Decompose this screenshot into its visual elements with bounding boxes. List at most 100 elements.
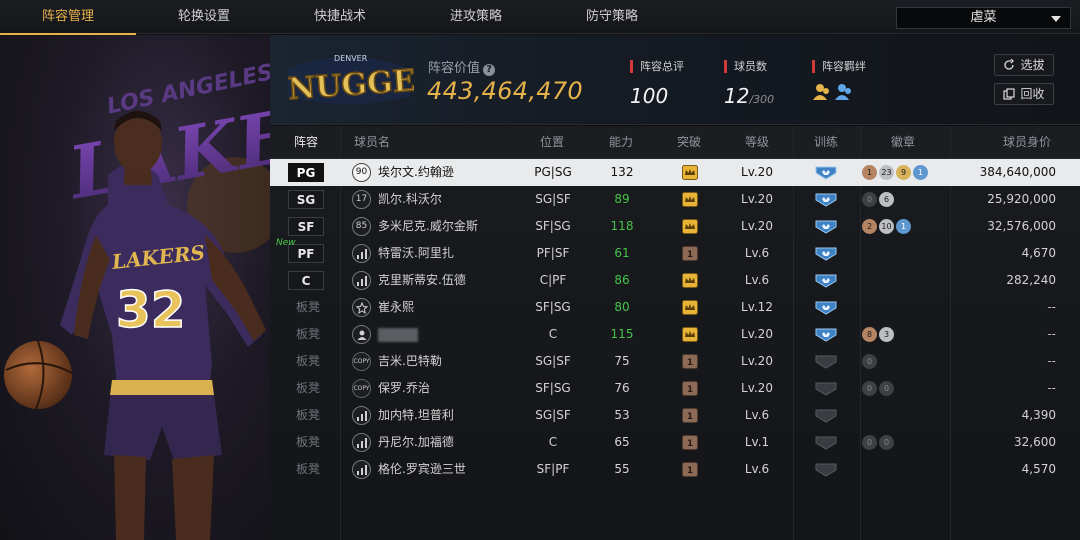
training-icon[interactable] xyxy=(815,328,837,342)
tab-lineup[interactable]: 阵容管理 xyxy=(0,0,136,35)
lineup-value-label-text: 阵容价值 xyxy=(428,61,481,76)
level-one-breakthrough-icon[interactable]: 1 xyxy=(682,381,698,396)
training-icon[interactable] xyxy=(815,247,837,261)
player-ability: 132 xyxy=(610,165,634,179)
tab-defense[interactable]: 防守策略 xyxy=(544,0,680,34)
table-row[interactable]: 板凳 丹尼尔.加福德 C 65 1 Lv.1 0 0 32,600 xyxy=(270,429,1080,456)
badge-group[interactable]: 0 xyxy=(862,354,879,369)
crown-breakthrough-icon[interactable] xyxy=(682,165,698,180)
player-name[interactable]: 埃尔文.约翰逊 xyxy=(378,159,454,186)
tab-rotation[interactable]: 轮换设置 xyxy=(136,0,272,34)
player-card-icon: COPY xyxy=(352,352,371,371)
training-icon[interactable] xyxy=(815,193,837,207)
table-row[interactable]: C 克里斯蒂安.伍德 C|PF 86 Lv.6 282,240 xyxy=(270,267,1080,294)
lineup-bond-label: 阵容羁绊 xyxy=(812,60,866,73)
table-row[interactable]: PG 90 埃尔文.约翰逊 PG|SG 132 Lv.20 1 23 9 1 384,640,000 xyxy=(270,159,1080,186)
level-one-breakthrough-icon[interactable]: 1 xyxy=(682,435,698,450)
player-value: -- xyxy=(1047,354,1056,368)
player-name[interactable]: 丹尼尔.加福德 xyxy=(378,429,454,456)
badge-gold: 9 xyxy=(896,165,911,180)
recycle-button[interactable]: 回收 xyxy=(994,83,1054,105)
badge-empty: 0 xyxy=(862,354,877,369)
training-icon[interactable] xyxy=(815,301,837,315)
bond-icons[interactable] xyxy=(812,82,866,106)
table-row[interactable]: 板凳 加内特.坦普利 SG|SF 53 1 Lv.6 4,390 xyxy=(270,402,1080,429)
table-row[interactable]: 板凳 COPY 保罗.乔治 SF|SG 76 1 Lv.20 0 0 -- xyxy=(270,375,1080,402)
level-one-breakthrough-icon[interactable]: 1 xyxy=(682,462,698,477)
tab-offense[interactable]: 进攻策略 xyxy=(408,0,544,34)
table-row[interactable]: PF New 特雷沃.阿里扎 PF|SF 61 1 Lv.6 4,670 xyxy=(270,238,1080,267)
training-icon[interactable] xyxy=(815,220,837,234)
player-value: 4,670 xyxy=(1021,246,1056,260)
blurred-player-name[interactable] xyxy=(378,328,418,342)
badge-group[interactable]: 1 23 9 1 xyxy=(862,165,930,180)
player-name[interactable]: 格伦.罗宾逊三世 xyxy=(378,456,466,483)
badge-group[interactable]: 00 xyxy=(862,381,896,396)
position-slot-badge[interactable]: PG xyxy=(288,163,324,182)
player-name[interactable]: 吉米.巴特勒 xyxy=(378,348,442,375)
player-name[interactable]: 多米尼克.威尔金斯 xyxy=(378,213,478,240)
badge-empty: 0 xyxy=(879,435,894,450)
crown-breakthrough-icon[interactable] xyxy=(682,300,698,315)
tab-quick-tactics[interactable]: 快捷战术 xyxy=(272,0,408,34)
player-name[interactable]: 特雷沃.阿里扎 xyxy=(378,240,454,267)
training-icon[interactable] xyxy=(815,382,837,396)
table-row[interactable]: SG 17 凯尔.科沃尔 SG|SF 89 Lv.20 0 6 25,920,000 xyxy=(270,186,1080,213)
help-icon[interactable]: ? xyxy=(483,64,496,76)
table-row[interactable]: 板凳 COPY 吉米.巴特勒 SG|SF 75 1 Lv.20 0 -- xyxy=(270,348,1080,375)
position-slot-badge[interactable]: SF xyxy=(288,217,324,236)
player-level: Lv.1 xyxy=(744,435,770,449)
select-button[interactable]: 选拔 xyxy=(994,54,1054,76)
level-one-breakthrough-icon[interactable]: 1 xyxy=(682,246,698,261)
header-value: 球员身价 xyxy=(1003,135,1052,149)
table-row[interactable]: 板凳 C 115 Lv.20 8 3 -- xyxy=(270,321,1080,348)
player-name[interactable]: 克里斯蒂安.伍德 xyxy=(378,267,466,294)
signal-bars-icon xyxy=(357,411,367,421)
training-icon[interactable] xyxy=(815,463,837,477)
level-one-breakthrough-icon[interactable]: 1 xyxy=(682,354,698,369)
select-button-label: 选拔 xyxy=(1020,58,1045,72)
table-row[interactable]: 板凳 格伦.罗宾逊三世 SF|PF 55 1 Lv.6 4,570 xyxy=(270,456,1080,483)
level-one-breakthrough-icon[interactable]: 1 xyxy=(682,408,698,423)
player-ability: 115 xyxy=(610,327,634,341)
player-value: -- xyxy=(1047,381,1056,395)
table-row[interactable]: SF 85 多米尼克.威尔金斯 SF|SG 118 Lv.20 2 10 1 32,576,000 xyxy=(270,213,1080,240)
header-ability: 能力 xyxy=(609,135,634,149)
crown-breakthrough-icon[interactable] xyxy=(682,327,698,342)
crown-breakthrough-icon[interactable] xyxy=(682,273,698,288)
nuggets-logo: DENVER NUGGETS xyxy=(284,47,461,111)
table-row[interactable]: 板凳 崔永熙 SF|SG 80 Lv.12 -- xyxy=(270,294,1080,321)
player-position: C|PF xyxy=(539,273,567,287)
svg-text:1: 1 xyxy=(687,385,693,395)
position-slot-badge[interactable]: SG xyxy=(288,190,324,209)
player-value: 32,600 xyxy=(1014,435,1056,449)
badge-bronze: 2 xyxy=(862,219,877,234)
training-icon[interactable] xyxy=(815,166,837,180)
player-position: C xyxy=(548,327,558,341)
player-card-icon xyxy=(352,325,371,344)
player-position: SG|SF xyxy=(535,192,571,206)
player-name[interactable]: 凯尔.科沃尔 xyxy=(378,186,442,213)
badge-group[interactable]: 00 xyxy=(862,435,896,450)
badge-group[interactable]: 2 10 1 xyxy=(862,219,913,234)
player-count-label: 球员数 xyxy=(724,60,767,73)
player-name[interactable]: 加内特.坦普利 xyxy=(378,402,454,429)
player-art: LOS ANGELES LAKERS LAKERS 32 xyxy=(0,35,270,540)
bench-label: 板凳 xyxy=(296,462,321,476)
player-name[interactable]: 保罗.乔治 xyxy=(378,375,430,402)
player-card-icon: 85 xyxy=(352,217,371,236)
badge-group[interactable]: 83 xyxy=(862,327,896,342)
training-icon[interactable] xyxy=(815,409,837,423)
training-icon[interactable] xyxy=(815,274,837,288)
badge-group[interactable]: 06 xyxy=(862,192,896,207)
crown-breakthrough-icon[interactable] xyxy=(682,219,698,234)
lineup-value-label: 阵容价值? xyxy=(428,57,496,76)
signal-bars-icon xyxy=(357,276,367,286)
player-name[interactable]: 崔永熙 xyxy=(378,294,414,321)
position-slot-badge[interactable]: C xyxy=(288,271,324,290)
lineup-dropdown[interactable]: 虐菜 xyxy=(896,7,1071,29)
training-icon[interactable] xyxy=(815,355,837,369)
player-value: 4,390 xyxy=(1021,408,1056,422)
crown-breakthrough-icon[interactable] xyxy=(682,192,698,207)
training-icon[interactable] xyxy=(815,436,837,450)
